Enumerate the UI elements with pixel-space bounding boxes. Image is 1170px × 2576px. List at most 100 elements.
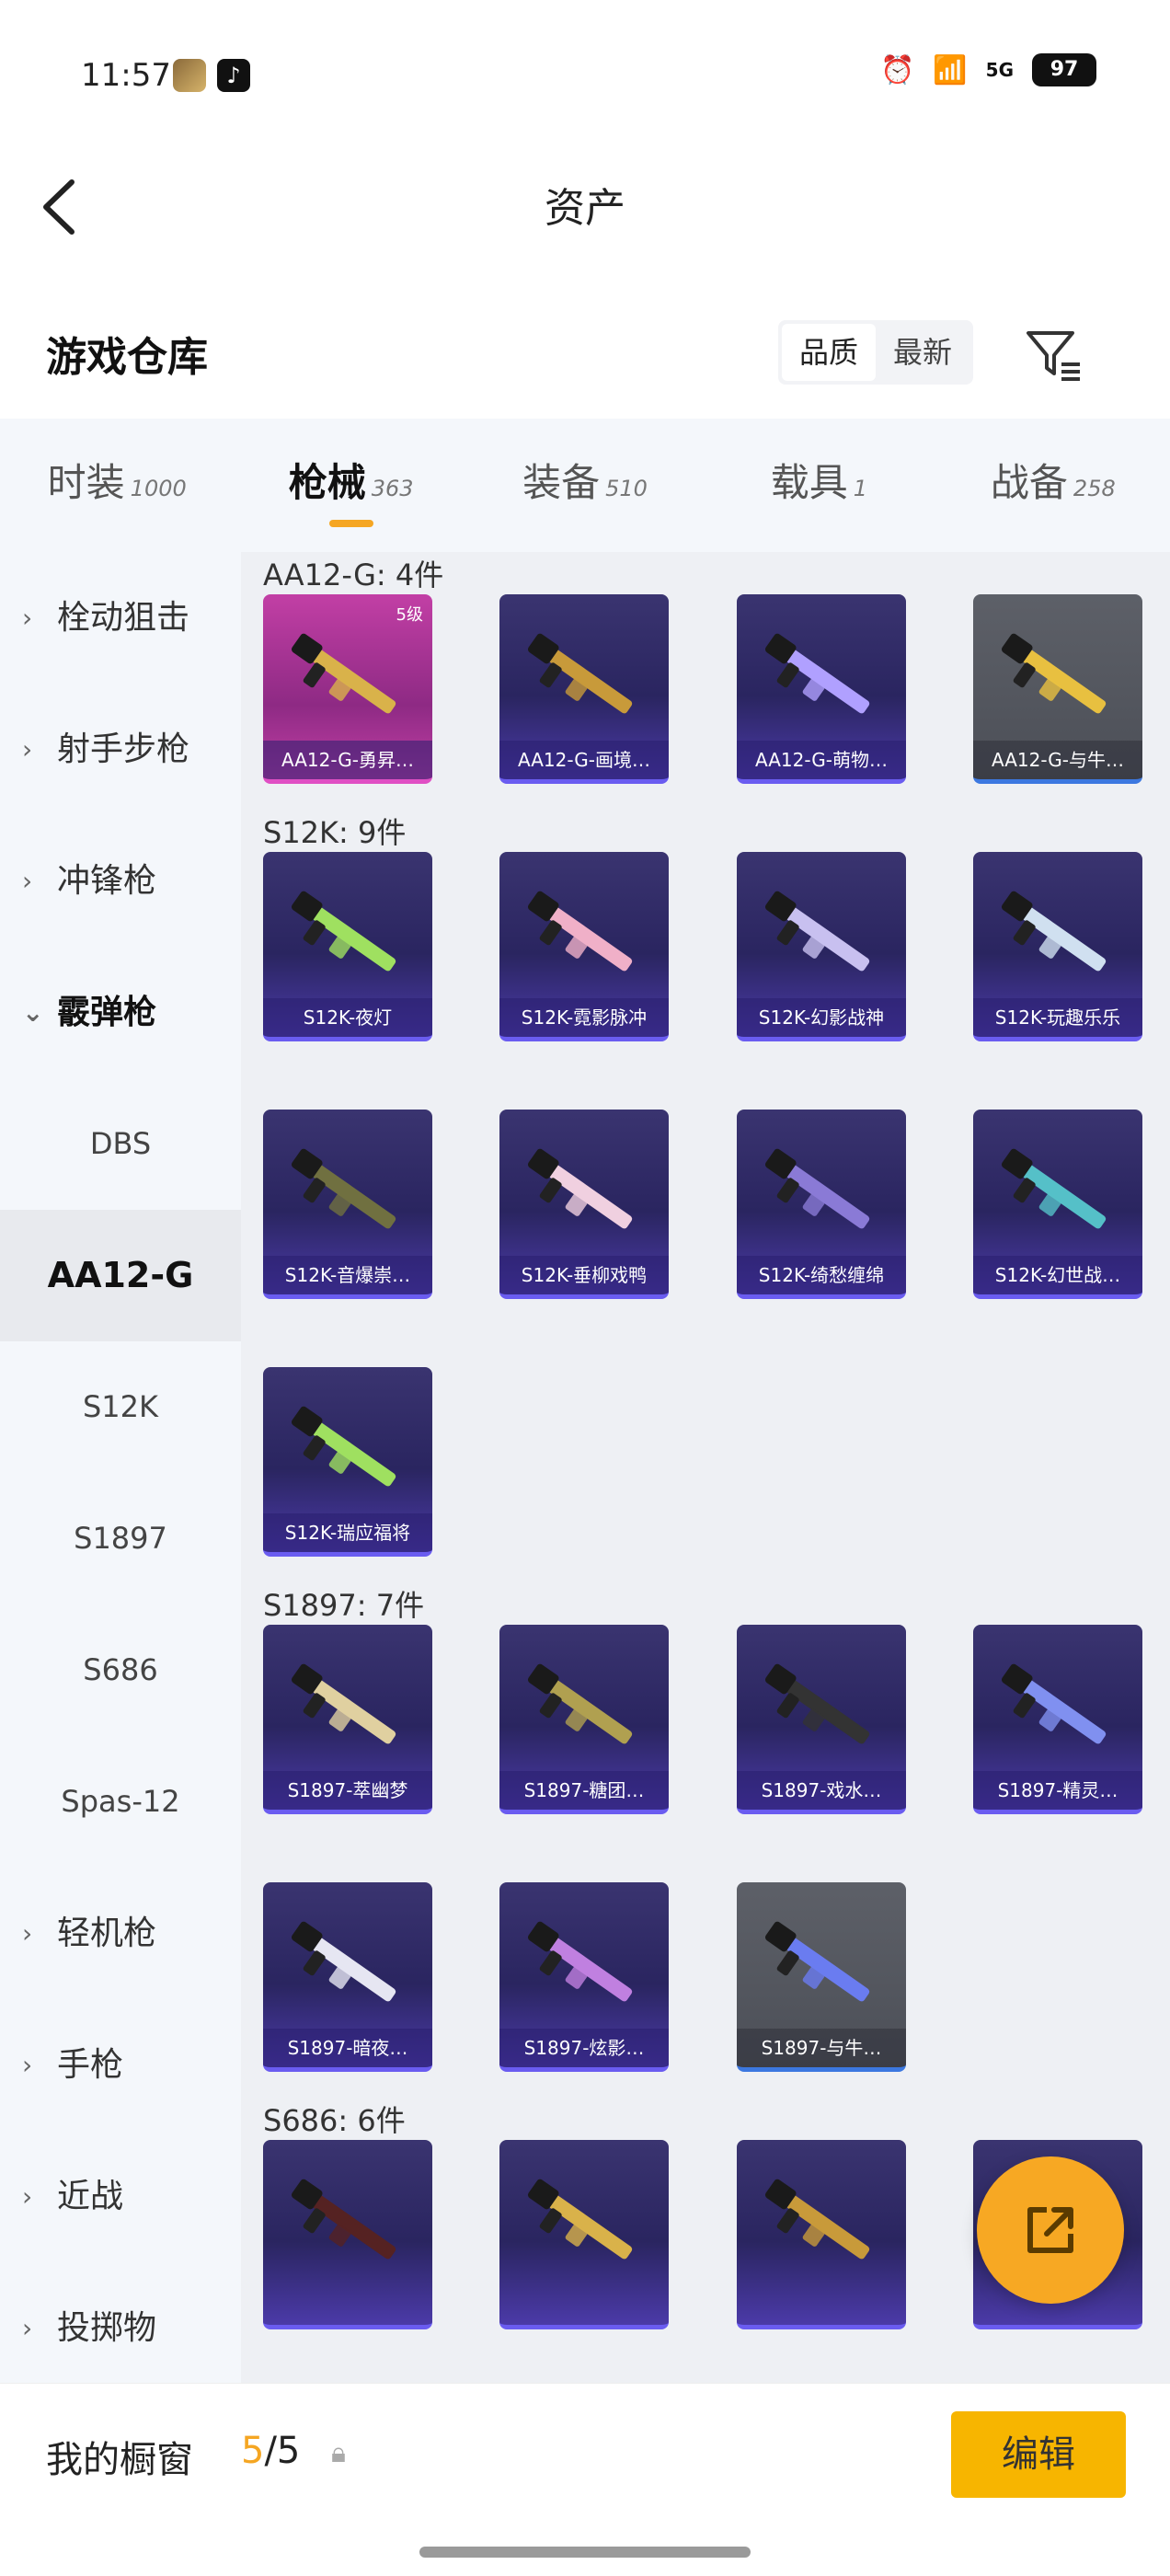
skin-card[interactable]: AA12-G-画境…: [499, 594, 669, 784]
weapon-skin-image: [527, 633, 633, 714]
weapon-skin-image: [764, 2179, 870, 2260]
skin-card[interactable]: S1897-糖团…: [499, 1625, 669, 1814]
skin-card[interactable]: S1897-萃幽梦: [263, 1625, 432, 1814]
skin-card[interactable]: S12K-夜灯: [263, 852, 432, 1041]
weapon-skin-image: [764, 1663, 870, 1744]
weapon-skin-image: [764, 1148, 870, 1229]
skin-card[interactable]: [737, 2140, 906, 2329]
weapon-skin-image: [527, 1921, 633, 2002]
sidebar-item-melee[interactable]: › 近战: [0, 2131, 241, 2262]
tab-supplies[interactable]: 战备 258: [936, 419, 1170, 552]
tab-equipment[interactable]: 装备 510: [468, 419, 702, 552]
share-export-icon: [1027, 2207, 1073, 2253]
sidebar-subitem-aa12g[interactable]: AA12-G: [0, 1210, 241, 1341]
sidebar-item-label: 轻机枪: [57, 1915, 157, 1952]
skin-card[interactable]: S1897-与牛…: [737, 1882, 906, 2072]
app-root: 11:57 ♪ ⏰ 📶 5G 97 资产 游戏仓库 品质 最新 时装 1000 …: [0, 0, 1170, 2576]
sidebar-item-marksman-rifle[interactable]: › 射手步枪: [0, 684, 241, 815]
skin-name: S12K-绮愁缠绵: [737, 1256, 906, 1294]
skin-name: S12K-垂柳戏鸭: [499, 1256, 669, 1294]
tiktok-app-icon: ♪: [217, 59, 250, 92]
sidebar-item-label: 冲锋枪: [57, 862, 157, 900]
tab-count: 1: [853, 476, 868, 501]
skin-name: AA12-G-勇昇…: [263, 741, 432, 779]
sidebar-subitem-s12k[interactable]: S12K: [0, 1341, 241, 1473]
skin-name: S1897-萃幽梦: [263, 1771, 432, 1810]
tab-firearms[interactable]: 枪械 363: [234, 419, 467, 552]
skin-name: S12K-幻影战神: [737, 998, 906, 1037]
sidebar-item-label: 近战: [57, 2178, 124, 2215]
weapon-skin-image: [291, 1921, 396, 2002]
weapon-skin-image: [527, 1148, 633, 1229]
skin-name: S1897-暗夜…: [263, 2029, 432, 2067]
showcase-count: 5/5: [241, 2430, 300, 2472]
skin-card[interactable]: AA12-G-萌物…: [737, 594, 906, 784]
edit-button[interactable]: 编辑: [951, 2411, 1126, 2498]
skin-card[interactable]: S12K-霓影脉冲: [499, 852, 669, 1041]
skin-name: AA12-G-画境…: [499, 741, 669, 779]
skin-card[interactable]: S12K-瑞应福将: [263, 1367, 432, 1557]
skin-name: S1897-糖团…: [499, 1771, 669, 1810]
share-fab[interactable]: [977, 2156, 1124, 2304]
tab-label: 战备: [990, 460, 1068, 505]
skin-card[interactable]: S12K-绮愁缠绵: [737, 1110, 906, 1299]
chevron-right-icon: ›: [22, 2313, 33, 2343]
skin-card[interactable]: [499, 2140, 669, 2329]
weapon-skin-image: [1001, 633, 1107, 714]
sidebar-item-throwable[interactable]: › 投掷物: [0, 2262, 241, 2394]
sidebar-item-smg[interactable]: › 冲锋枪: [0, 815, 241, 947]
group-title: S1897: 7件: [263, 1588, 425, 1623]
weapon-skin-image: [291, 1663, 396, 1744]
sidebar-subitem-spas12[interactable]: Spas-12: [0, 1736, 241, 1868]
weapon-skin-image: [527, 891, 633, 972]
weapon-skin-image: [291, 633, 396, 714]
skin-card[interactable]: S1897-精灵…: [973, 1625, 1142, 1814]
sidebar-subitem-dbs[interactable]: DBS: [0, 1078, 241, 1210]
chevron-right-icon: ›: [22, 734, 33, 765]
sort-quality-button[interactable]: 品质: [782, 324, 876, 381]
sort-newest-button[interactable]: 最新: [876, 324, 969, 381]
weapon-skin-image: [1001, 891, 1107, 972]
sidebar-item-lmg[interactable]: › 轻机枪: [0, 1868, 241, 1999]
skin-name: AA12-G-与牛…: [973, 741, 1142, 779]
sidebar-subitem-s1897[interactable]: S1897: [0, 1473, 241, 1604]
skin-card[interactable]: AA12-G-与牛…: [973, 594, 1142, 784]
skin-card[interactable]: S1897-炫影…: [499, 1882, 669, 2072]
tab-count: 258: [1072, 476, 1116, 501]
chevron-right-icon: ›: [22, 603, 33, 633]
skin-card[interactable]: S12K-幻影战神: [737, 852, 906, 1041]
sidebar-subitem-s686[interactable]: S686: [0, 1604, 241, 1736]
tab-count: 510: [605, 476, 648, 501]
showcase-count-total: /5: [264, 2430, 301, 2472]
page-title: 资产: [545, 185, 625, 232]
weapon-skin-image: [527, 1663, 633, 1744]
tab-vehicles[interactable]: 载具 1: [702, 419, 935, 552]
skin-card[interactable]: S1897-暗夜…: [263, 1882, 432, 2072]
skin-card[interactable]: S1897-戏水…: [737, 1625, 906, 1814]
skin-name: AA12-G-萌物…: [737, 741, 906, 779]
skin-name: S12K-玩趣乐乐: [973, 998, 1142, 1037]
skin-card[interactable]: S12K-垂柳戏鸭: [499, 1110, 669, 1299]
skin-card[interactable]: S12K-幻世战…: [973, 1110, 1142, 1299]
skin-card[interactable]: 5级 AA12-G-勇昇…: [263, 594, 432, 784]
skin-name: S12K-音爆崇…: [263, 1256, 432, 1294]
sidebar-item-shotgun[interactable]: ⌄ 霰弹枪: [0, 947, 241, 1078]
skin-card[interactable]: S12K-玩趣乐乐: [973, 852, 1142, 1041]
sidebar-item-pistol[interactable]: › 手枪: [0, 1999, 241, 2131]
group-title: S686: 6件: [263, 2103, 406, 2138]
lock-icon: 🔒︎: [331, 2437, 346, 2469]
skin-name: S12K-幻世战…: [973, 1256, 1142, 1294]
tab-fashion[interactable]: 时装 1000: [0, 419, 234, 552]
status-time: 11:57: [81, 57, 171, 94]
weapon-skin-image: [1001, 1148, 1107, 1229]
chevron-down-icon: ⌄: [22, 997, 44, 1028]
skin-name: S12K-瑞应福将: [263, 1513, 432, 1552]
weapon-skin-image: [764, 1921, 870, 2002]
skin-card[interactable]: [263, 2140, 432, 2329]
filter-button[interactable]: [1021, 322, 1085, 386]
skin-card[interactable]: S12K-音爆崇…: [263, 1110, 432, 1299]
group-title: S12K: 9件: [263, 815, 407, 850]
alarm-icon: ⏰: [879, 53, 915, 86]
skin-name: S1897-炫影…: [499, 2029, 669, 2067]
sidebar-item-bolt-sniper[interactable]: › 栓动狙击: [0, 552, 241, 684]
